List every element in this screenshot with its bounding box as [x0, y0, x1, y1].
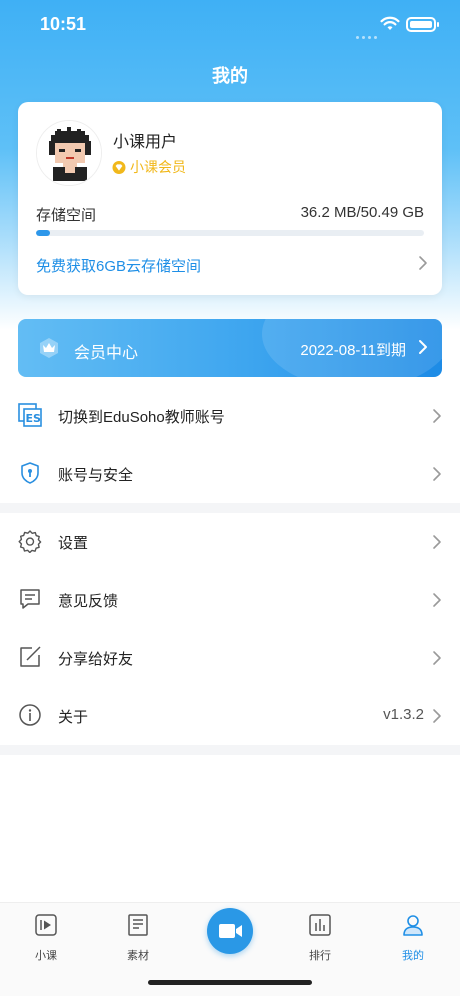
- document-icon: [128, 914, 148, 936]
- wifi-icon: [380, 16, 400, 30]
- info-icon: [19, 704, 41, 726]
- signal-dots-icon: [356, 26, 380, 44]
- gear-icon: [18, 530, 42, 553]
- crown-icon: [40, 338, 58, 358]
- storage-label: 存储空间: [36, 207, 97, 224]
- profile-card: 小课用户 小课会员 存储空间 36.2 MB/50.49 GB 免费获取6GB云…: [18, 102, 442, 295]
- member-badge: 小课会员: [112, 157, 186, 177]
- chevron-right-icon: [433, 409, 441, 423]
- chevron-right-icon: [433, 709, 441, 723]
- menu-item-settings[interactable]: 设置: [0, 513, 460, 571]
- pixel-avatar-icon: [37, 121, 101, 185]
- menu-label: 账号与安全: [58, 467, 134, 484]
- home-indicator: [148, 980, 312, 985]
- user-name: 小课用户: [113, 134, 178, 151]
- tab-label: 小课: [35, 950, 57, 962]
- bar-chart-icon: [309, 914, 331, 936]
- feedback-icon: [20, 589, 40, 609]
- edusoho-logo-icon: ES: [18, 403, 42, 427]
- chevron-right-icon: [433, 535, 441, 549]
- avatar[interactable]: [36, 120, 102, 186]
- chevron-right-icon: [433, 593, 441, 607]
- tab-label: 排行: [309, 950, 331, 962]
- chevron-right-icon: [419, 340, 427, 354]
- chevron-right-icon: [433, 467, 441, 481]
- storage-value: 36.2 MB/50.49 GB: [300, 204, 424, 221]
- vip-expire-date: 2022-08-11到期: [300, 342, 406, 359]
- menu-label: 设置: [58, 535, 89, 552]
- share-edit-icon: [20, 646, 41, 667]
- tab-label: 我的: [402, 950, 424, 962]
- tab-lessons[interactable]: 小课: [16, 913, 76, 963]
- tab-mine[interactable]: 我的: [383, 913, 443, 963]
- status-bar: 10:51: [0, 0, 460, 50]
- page-title: 我的: [212, 66, 248, 86]
- tab-materials[interactable]: 素材: [108, 913, 168, 963]
- menu-item-share[interactable]: 分享给好友: [0, 629, 460, 687]
- battery-icon: [406, 17, 439, 32]
- menu-label: 意见反馈: [58, 593, 119, 610]
- svg-text:ES: ES: [26, 412, 42, 425]
- diamond-icon: [112, 160, 126, 174]
- section-divider: [0, 503, 460, 513]
- chevron-right-icon: [433, 651, 441, 665]
- app-version: v1.3.2: [383, 706, 424, 723]
- chevron-right-icon[interactable]: [418, 255, 428, 271]
- menu-item-about[interactable]: 关于 v1.3.2: [0, 687, 460, 745]
- free-storage-link[interactable]: 免费获取6GB云存储空间: [36, 255, 201, 276]
- menu-label: 切换到EduSoho教师账号: [58, 409, 225, 426]
- shield-icon: [21, 462, 39, 484]
- tab-label: 素材: [127, 950, 149, 962]
- play-icon: [35, 914, 57, 936]
- member-label: 小课会员: [130, 159, 186, 175]
- user-icon: [403, 915, 423, 936]
- menu-label: 关于: [58, 709, 89, 726]
- storage-progress-bar: [36, 230, 424, 236]
- tab-ranking[interactable]: 排行: [290, 913, 350, 963]
- status-time: 10:51: [40, 14, 87, 34]
- storage-progress-fill: [36, 230, 50, 236]
- menu-item-switch-teacher[interactable]: ES 切换到EduSoho教师账号: [0, 387, 460, 445]
- menu-item-feedback[interactable]: 意见反馈: [0, 571, 460, 629]
- menu-item-account-security[interactable]: 账号与安全: [0, 445, 460, 503]
- record-video-button[interactable]: [207, 908, 253, 954]
- section-divider: [0, 745, 460, 755]
- menu-label: 分享给好友: [58, 651, 134, 668]
- vip-center-banner[interactable]: 会员中心 2022-08-11到期: [18, 319, 442, 377]
- vip-title: 会员中心: [74, 345, 139, 362]
- video-camera-icon: [219, 924, 242, 938]
